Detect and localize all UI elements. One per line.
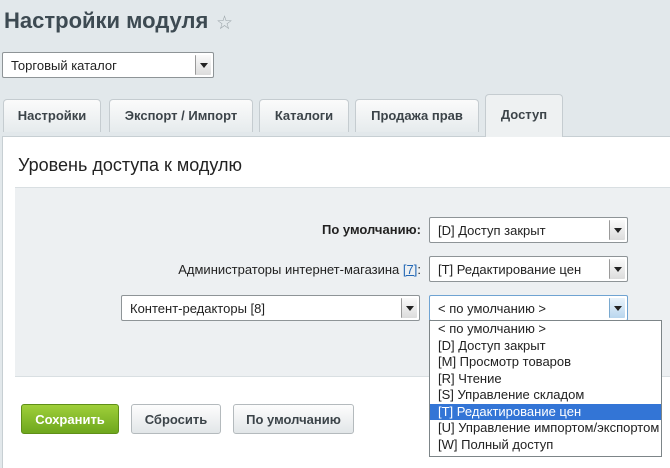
chevron-down-icon xyxy=(609,298,625,318)
dropdown-option-selected[interactable]: [T] Редактирование цен xyxy=(430,403,661,420)
tab-settings[interactable]: Настройки xyxy=(3,99,101,132)
tab-rights-sale[interactable]: Продажа прав xyxy=(355,99,479,132)
reset-button[interactable]: Сбросить xyxy=(131,404,221,434)
admins-access-select[interactable]: [T] Редактирование цен xyxy=(429,256,628,282)
dropdown-option[interactable]: [W] Полный доступ xyxy=(430,437,661,454)
dropdown-option[interactable]: [U] Управление импортом/экспортом xyxy=(430,420,661,437)
user-group-value: Контент-редакторы [8] xyxy=(130,301,265,316)
defaults-button[interactable]: По умолчанию xyxy=(233,404,354,434)
dropdown-option[interactable]: < по умолчанию > xyxy=(430,321,661,338)
chevron-down-icon xyxy=(609,259,625,279)
access-dropdown-list[interactable]: < по умолчанию > [D] Доступ закрыт [M] П… xyxy=(429,320,662,457)
default-access-value: [D] Доступ закрыт xyxy=(438,223,546,238)
dropdown-option[interactable]: [R] Чтение xyxy=(430,371,661,388)
tab-catalogs[interactable]: Каталоги xyxy=(259,99,349,132)
chevron-down-icon xyxy=(195,55,211,75)
tab-export-import[interactable]: Экспорт / Импорт xyxy=(109,99,253,132)
admins-access-label: Администраторы интернет-магазина [7]: xyxy=(178,262,421,277)
page-title: Настройки модуля xyxy=(4,8,209,33)
admins-access-value: [T] Редактирование цен xyxy=(438,262,582,277)
default-access-label: По умолчанию: xyxy=(321,222,421,237)
group-access-value: < по умолчанию > xyxy=(438,301,547,316)
favorite-star-icon[interactable]: ☆ xyxy=(216,12,233,35)
chevron-down-icon xyxy=(609,220,625,240)
admins-group-link[interactable]: [7] xyxy=(403,262,417,277)
dropdown-option[interactable]: [D] Доступ закрыт xyxy=(430,338,661,355)
section-title: Уровень доступа к модулю xyxy=(18,155,243,175)
tab-access[interactable]: Доступ xyxy=(485,94,563,137)
save-button[interactable]: Сохранить xyxy=(21,404,119,434)
module-select-value: Торговый каталог xyxy=(11,58,117,73)
module-select[interactable]: Торговый каталог xyxy=(2,52,214,78)
default-access-select[interactable]: [D] Доступ закрыт xyxy=(429,217,628,243)
dropdown-option[interactable]: [M] Просмотр товаров xyxy=(430,354,661,371)
user-group-select[interactable]: Контент-редакторы [8] xyxy=(121,295,420,321)
group-access-select[interactable]: < по умолчанию > xyxy=(429,295,628,321)
chevron-down-icon xyxy=(401,298,417,318)
dropdown-option[interactable]: [S] Управление складом xyxy=(430,387,661,404)
